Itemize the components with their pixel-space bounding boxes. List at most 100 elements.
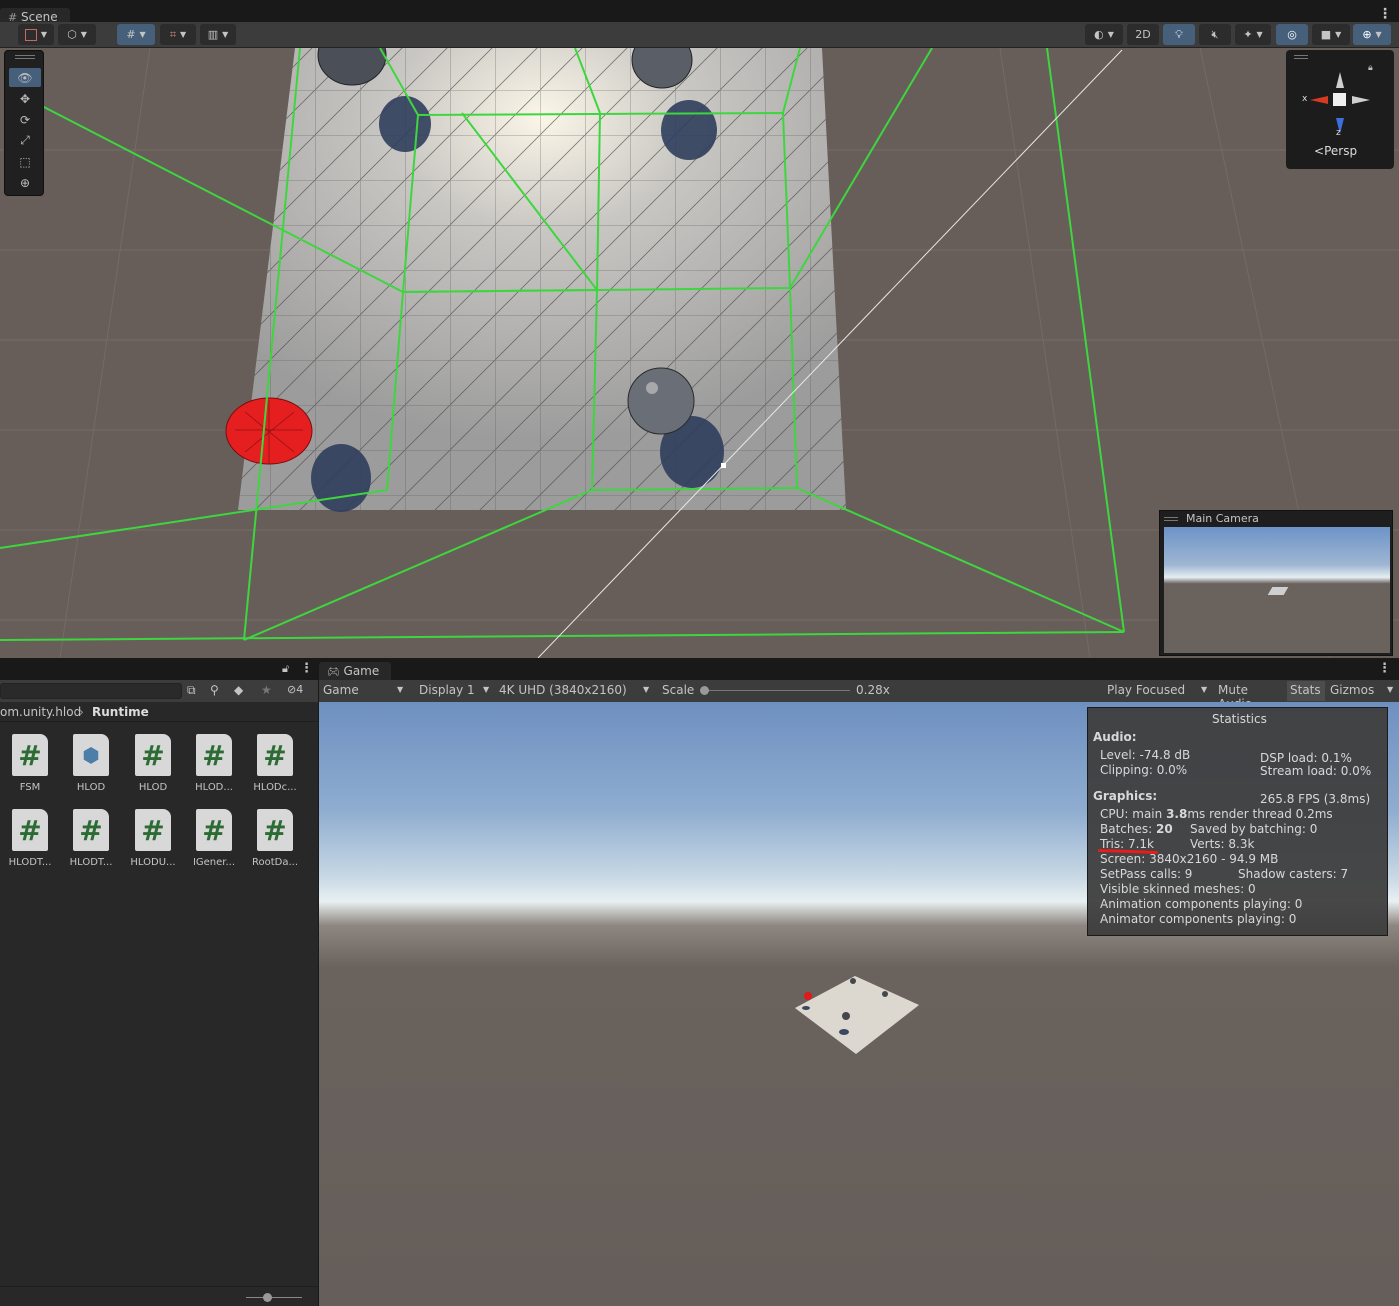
project-more-icon[interactable]: ⋮ bbox=[300, 661, 313, 676]
scene-visibility-button[interactable]: ◎ bbox=[1276, 24, 1308, 45]
search-by-type-icon[interactable]: ⧉ bbox=[187, 683, 196, 698]
ruler-button[interactable]: ▥ ▼ bbox=[200, 24, 236, 45]
resolution-label: 4K UHD (3840x2160) bbox=[499, 683, 627, 697]
saved-by-batching: Saved by batching: 0 bbox=[1190, 822, 1318, 836]
scale-value: 0.28x bbox=[856, 683, 890, 697]
favorite-star-icon[interactable]: ★ bbox=[261, 683, 272, 697]
gamepad-icon: 🎮︎ bbox=[327, 667, 340, 678]
asset-item[interactable]: # HLODT... bbox=[63, 809, 119, 879]
asset-item[interactable]: # HLODc... bbox=[247, 734, 303, 804]
audio-clipping: Clipping: 0.0% bbox=[1100, 763, 1188, 777]
batches-prefix: Batches: bbox=[1100, 822, 1156, 836]
asset-label: HLODU... bbox=[130, 857, 176, 868]
display-dropdown[interactable]: Display 1 ▼ bbox=[415, 682, 493, 700]
batches-value: 20 bbox=[1156, 822, 1173, 836]
gizmos-button[interactable]: ⊕ ▼ bbox=[1353, 24, 1391, 45]
projection-toggle[interactable]: <Persp bbox=[1314, 144, 1357, 158]
panel-lock-icon[interactable]: 🔓︎ bbox=[282, 662, 289, 676]
mute-icon: 🔇︎ bbox=[1211, 27, 1219, 41]
camera-settings-button[interactable]: ■ ▼ bbox=[1312, 24, 1350, 45]
breadcrumb: om.unity.hlod › Runtime bbox=[0, 702, 318, 722]
project-tab-bar: 🔓︎ ⋮ bbox=[0, 660, 318, 680]
script-icon: # bbox=[12, 734, 48, 776]
rect-tool-button[interactable]: ⬚ bbox=[9, 152, 41, 171]
resolution-dropdown[interactable]: 4K UHD (3840x2160) ▼ bbox=[495, 682, 655, 700]
play-mode-dropdown[interactable]: Play Focused ▼ bbox=[1103, 682, 1211, 700]
preview-drag-handle[interactable] bbox=[1164, 517, 1178, 521]
view-tool-button[interactable]: 👁︎ bbox=[9, 68, 41, 87]
asset-item[interactable]: ⬢ HLOD bbox=[63, 734, 119, 804]
scene-more-icon[interactable]: ⋮ bbox=[1378, 6, 1392, 22]
animator-components-readout: Animator components playing: 0 bbox=[1100, 912, 1297, 926]
tab-game[interactable]: 🎮︎ Game bbox=[319, 662, 391, 680]
icon-size-slider-track[interactable] bbox=[246, 1297, 302, 1298]
transform-icon: ⊕ bbox=[19, 175, 31, 190]
draw-mode-button[interactable]: ⬡ ▼ bbox=[58, 24, 96, 45]
game-more-icon[interactable]: ⋮ bbox=[1378, 661, 1391, 676]
scale-slider-thumb[interactable] bbox=[700, 686, 709, 695]
graphics-header: Graphics: bbox=[1093, 789, 1158, 803]
project-search-input[interactable] bbox=[0, 683, 182, 699]
asset-label: HLOD bbox=[138, 782, 168, 793]
rotate-icon: ⟳ bbox=[19, 112, 31, 127]
cpu-suffix: ms render thread 0.2ms bbox=[1187, 807, 1333, 821]
asset-item[interactable]: # FSM bbox=[2, 734, 58, 804]
asset-grid: # FSM ⬢ HLOD # HLOD # HLOD... # HLODc... # HLODT...… bbox=[0, 722, 318, 1282]
effects-button[interactable]: ✦ ▼ bbox=[1235, 24, 1271, 45]
rotate-tool-button[interactable]: ⟳ bbox=[9, 110, 41, 129]
hidden-packages-button[interactable]: ⊘4 bbox=[287, 683, 303, 696]
toggle-2d-button[interactable]: 2D bbox=[1127, 24, 1159, 45]
asset-item[interactable]: # HLODU... bbox=[125, 809, 181, 879]
asset-item[interactable]: # RootDa... bbox=[247, 809, 303, 879]
stats-label: Stats bbox=[1290, 683, 1321, 697]
animation-components-readout: Animation components playing: 0 bbox=[1100, 897, 1303, 911]
screen-readout: Screen: 3840x2160 - 94.9 MB bbox=[1100, 852, 1279, 866]
ray-point bbox=[721, 463, 726, 468]
tool-handle-button[interactable]: ▼ bbox=[18, 24, 54, 45]
filter-by-label-icon[interactable]: ⚲ bbox=[210, 683, 219, 697]
chevron-down-icon: ▼ bbox=[397, 685, 404, 694]
increment-snap-button[interactable]: ⌗ ▼ bbox=[160, 24, 196, 45]
statistics-panel: Statistics Audio: Level: -74.8 dB DSP lo… bbox=[1087, 707, 1388, 936]
chevron-down-icon: ▼ bbox=[1201, 685, 1208, 694]
scale-tool-button[interactable]: ⤢ bbox=[9, 131, 41, 150]
game-view-dropdown[interactable]: Game ▼ bbox=[319, 682, 409, 700]
breadcrumb-parent[interactable]: om.unity.hlod bbox=[0, 705, 81, 719]
mute-audio-button[interactable]: Mute Audio bbox=[1214, 682, 1284, 711]
scale-slider-track[interactable] bbox=[700, 686, 850, 695]
axis-x-label: x bbox=[1302, 94, 1308, 104]
script-icon: # bbox=[12, 809, 48, 851]
script-icon: # bbox=[135, 809, 171, 851]
preview-floor bbox=[1267, 587, 1289, 595]
audio-toggle-button[interactable]: 🔇︎ bbox=[1199, 24, 1231, 45]
asset-item[interactable]: # IGener... bbox=[186, 809, 242, 879]
asset-item[interactable]: # HLOD... bbox=[186, 734, 242, 804]
stats-button[interactable]: Stats bbox=[1287, 681, 1325, 701]
asset-label: FSM bbox=[19, 782, 41, 793]
render-mode-button[interactable]: ◐ ▼ bbox=[1085, 24, 1123, 45]
drag-handle[interactable] bbox=[15, 55, 35, 59]
asset-item[interactable]: # HLODT... bbox=[2, 809, 58, 879]
tag-icon[interactable]: ◆ bbox=[234, 683, 243, 697]
breadcrumb-current[interactable]: Runtime bbox=[92, 705, 149, 719]
asset-item[interactable]: # HLOD bbox=[125, 734, 181, 804]
icon-size-slider-thumb[interactable] bbox=[263, 1293, 272, 1302]
eye-icon: 👁︎ bbox=[17, 70, 33, 85]
orientation-gizmo[interactable]: 🔒︎ x z <Persp bbox=[1286, 50, 1394, 169]
package-icon: ⬢ bbox=[73, 734, 109, 776]
move-tool-button[interactable]: ✥ bbox=[9, 89, 41, 108]
asset-label: HLODc... bbox=[253, 782, 297, 793]
dsp-load: DSP load: 0.1% bbox=[1260, 751, 1352, 765]
statistics-title: Statistics bbox=[1212, 712, 1267, 726]
asset-label: HLODT... bbox=[8, 857, 52, 868]
script-icon: # bbox=[196, 734, 232, 776]
transform-tool-button[interactable]: ⊕ bbox=[9, 173, 41, 192]
script-icon: # bbox=[257, 809, 293, 851]
grid-snap-button[interactable]: # ▼ bbox=[117, 24, 155, 45]
asset-label: HLOD bbox=[76, 782, 106, 793]
handle-icon bbox=[24, 28, 37, 41]
gizmos-dropdown[interactable]: Gizmos ▼ bbox=[1327, 682, 1397, 700]
lighting-toggle-button[interactable]: 💡︎ bbox=[1163, 24, 1195, 45]
stream-load: Stream load: 0.0% bbox=[1260, 764, 1372, 778]
toggle-2d-label: 2D bbox=[1135, 28, 1151, 41]
